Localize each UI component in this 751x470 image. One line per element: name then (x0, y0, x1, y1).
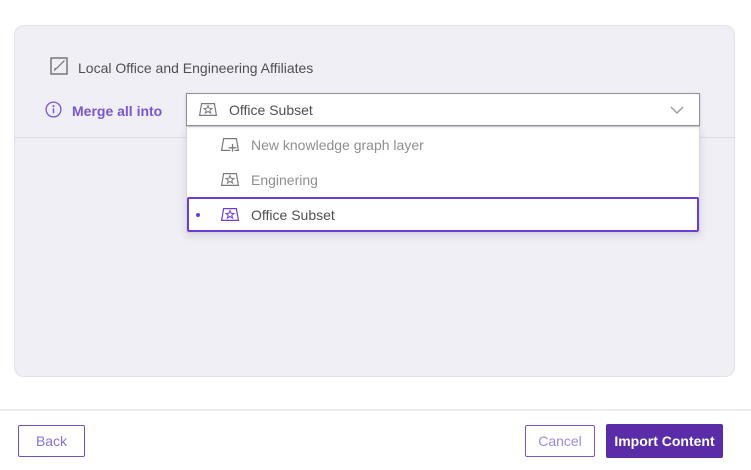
footer-divider (0, 409, 751, 411)
chevron-down-icon (670, 106, 684, 114)
dropdown-option-enginering[interactable]: Enginering (187, 162, 699, 197)
dropdown-option-new-knowledge-graph-layer[interactable]: New knowledge graph layer (187, 127, 699, 162)
selected-dot (196, 143, 200, 147)
back-button[interactable]: Back (18, 425, 85, 457)
merge-target-dropdown: New knowledge graph layer Enginering Off… (186, 126, 700, 233)
dropdown-option-label: New knowledge graph layer (251, 137, 424, 153)
import-content-button[interactable]: Import Content (606, 424, 723, 458)
selected-dot (196, 213, 200, 217)
knowledge-graph-layer-icon (220, 171, 240, 188)
new-knowledge-graph-layer-icon (220, 136, 240, 153)
cancel-button[interactable]: Cancel (525, 425, 595, 457)
info-icon (45, 101, 62, 123)
combobox-selected-value: Office Subset (229, 102, 313, 118)
merge-target-combobox[interactable]: Office Subset (186, 93, 700, 126)
dropdown-option-label: Enginering (251, 172, 318, 188)
source-item-label: Local Office and Engineering Affiliates (78, 60, 313, 76)
layer-sketch-icon (50, 57, 68, 80)
knowledge-graph-layer-icon (220, 206, 240, 223)
knowledge-graph-layer-icon (198, 101, 218, 118)
dropdown-option-office-subset[interactable]: Office Subset (187, 197, 699, 232)
selected-dot (196, 178, 200, 182)
dropdown-option-label: Office Subset (251, 207, 335, 223)
merge-all-into-label: Merge all into (72, 103, 162, 119)
